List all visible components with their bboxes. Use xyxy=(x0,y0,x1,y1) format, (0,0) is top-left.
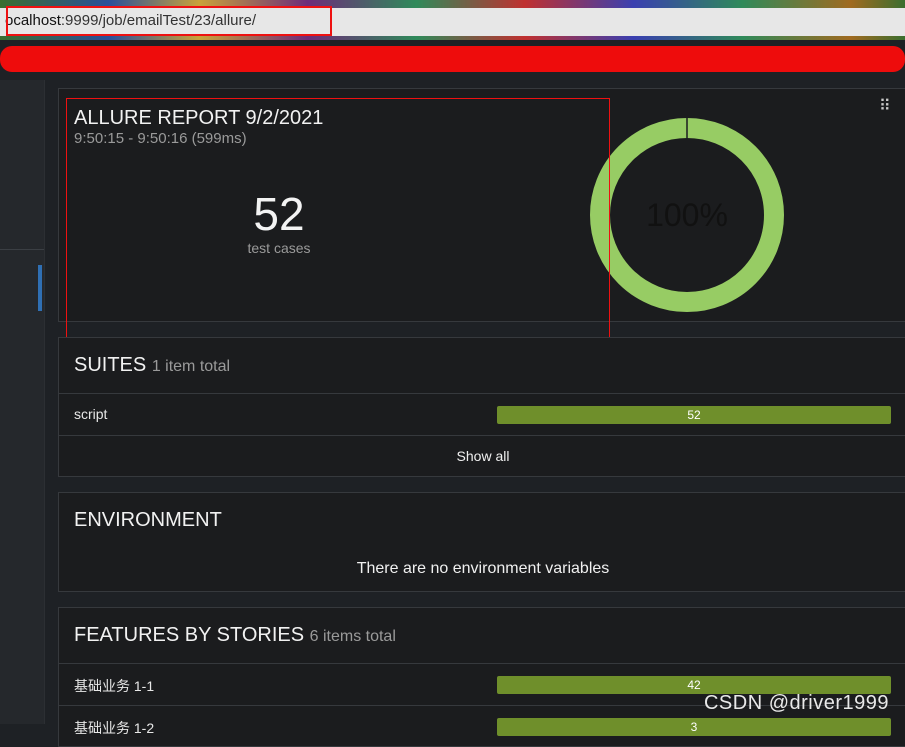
suites-heading: SUITES 1 item total xyxy=(74,354,230,377)
features-subtitle: 6 items total xyxy=(309,628,396,645)
suites-widget: SUITES 1 item total script 52 Show all xyxy=(58,337,905,477)
nav-active-indicator xyxy=(38,265,42,311)
pass-rate-donut[interactable]: 100% xyxy=(587,115,787,315)
features-widget: FEATURES BY STORIES 6 items total 基础业务 1… xyxy=(58,607,905,747)
suite-status-bar[interactable]: 52 xyxy=(497,406,891,424)
nav-divider xyxy=(0,249,44,250)
url-highlight-box xyxy=(6,6,332,36)
environment-title: ENVIRONMENT xyxy=(74,509,222,531)
show-all-row[interactable]: Show all xyxy=(59,435,905,477)
environment-widget: ENVIRONMENT There are no environment var… xyxy=(58,492,905,592)
features-heading: FEATURES BY STORIES 6 items total xyxy=(74,624,396,647)
suites-subtitle: 1 item total xyxy=(151,358,231,375)
environment-message: There are no environment variables xyxy=(356,560,610,577)
feature-name: 基础业务 1-1 xyxy=(74,678,155,694)
suite-row[interactable]: script 52 xyxy=(59,393,905,435)
watermark: CSDN @driver1999 xyxy=(703,692,889,714)
summary-highlight-box xyxy=(66,98,610,355)
side-navigation xyxy=(0,80,45,724)
feature-name: 基础业务 1-2 xyxy=(74,720,155,736)
suite-name: script xyxy=(74,406,108,422)
grid-dots-icon[interactable]: ⠿ xyxy=(879,99,891,115)
redaction-stroke xyxy=(0,46,905,72)
suites-title: SUITES xyxy=(74,354,147,376)
show-all-link[interactable]: Show all xyxy=(59,448,905,464)
features-title: FEATURES BY STORIES xyxy=(74,624,305,646)
pass-percent-text: 100% xyxy=(646,197,728,233)
feature-status-bar[interactable]: 3 xyxy=(497,718,891,736)
